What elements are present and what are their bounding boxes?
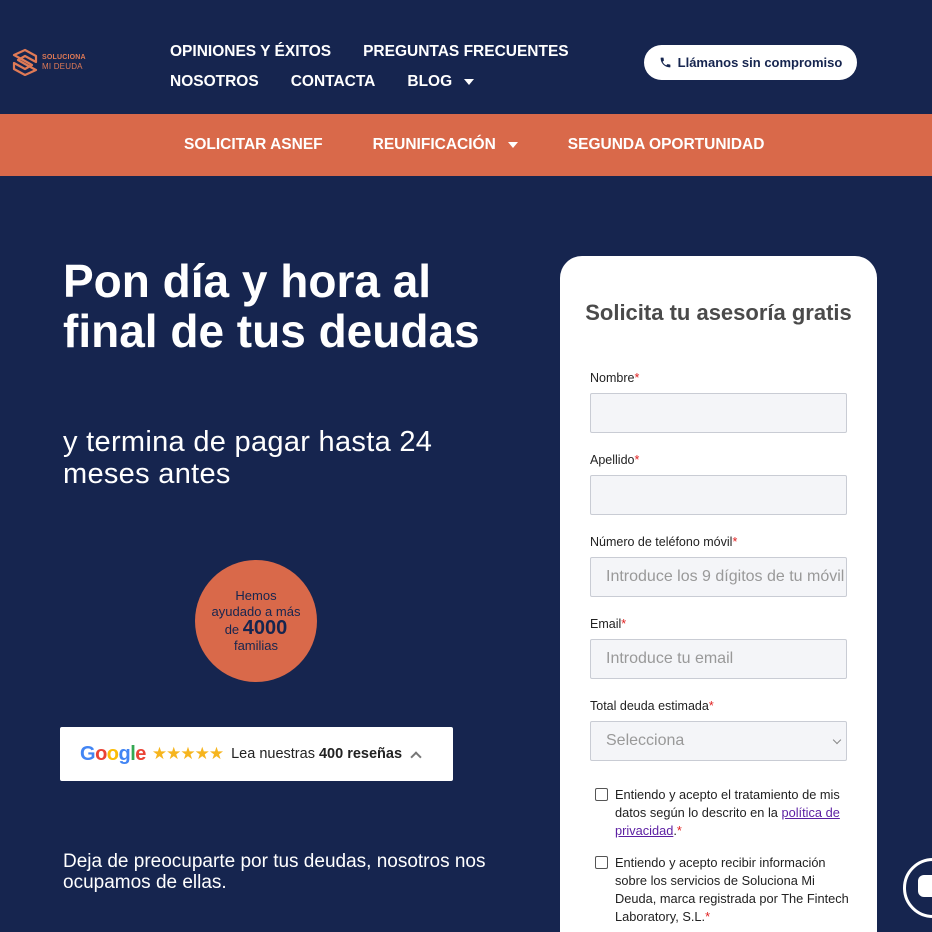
caret-down-icon (464, 79, 475, 85)
rating-stars: ★★★★★ (151, 744, 224, 763)
nombre-label: Nombre* (590, 371, 639, 385)
apellido-label: Apellido* (590, 453, 639, 467)
subnav-reunificacion-label: REUNIFICACIÓN (372, 136, 496, 153)
google-logo: Google (80, 743, 146, 766)
email-label-text: Email (590, 617, 622, 631)
required-mark: * (634, 371, 640, 385)
form-title: Solicita tu asesoría gratis (585, 300, 852, 325)
nav-contacta[interactable]: CONTACTA (291, 73, 376, 91)
deuda-select[interactable]: Selecciona (590, 721, 847, 761)
chat-widget-button[interactable] (903, 858, 932, 918)
required-mark: * (705, 909, 711, 924)
chat-icon (918, 875, 932, 897)
badge-line4: familias (233, 638, 279, 653)
chevron-up-icon[interactable] (410, 750, 422, 763)
chevron-down-icon (832, 735, 842, 745)
apellido-input[interactable] (590, 475, 847, 515)
required-mark: * (634, 453, 640, 467)
sub-nav: SOLICITAR ASNEF REUNIFICACIÓN SEGUNDA OP… (0, 114, 932, 176)
telefono-label: Número de teléfono móvil* (590, 535, 737, 549)
google-reviews-widget[interactable]: Google ★★★★★ Lea nuestras 400 reseñas (60, 727, 453, 781)
email-label: Email* (590, 617, 626, 631)
call-button-label: Llámanos sin compromiso (677, 55, 843, 70)
hero-subtitle: y termina de pagar hasta 24 meses antes (63, 426, 433, 490)
consent-marketing-label: Entiendo y acepto recibir información so… (615, 855, 849, 924)
nav-preguntas[interactable]: PREGUNTAS FRECUENTES (363, 43, 569, 61)
consent-marketing-text: Entiendo y acepto recibir información so… (615, 854, 855, 926)
badge-prefix: de (224, 622, 240, 637)
consent-privacy-row: Entiendo y acepto el tratamiento de mis … (595, 786, 855, 840)
google-letter: e (135, 742, 146, 765)
families-badge: Hemos ayudado a más de 4000 familias (195, 560, 317, 682)
logo-line1: SOLUCIONA (42, 54, 86, 61)
google-letter: o (106, 742, 119, 765)
logo-text: SOLUCIONA MI DEUDA (42, 53, 86, 71)
reviews-text: Lea nuestras 400 reseñas (231, 746, 402, 762)
required-mark: * (621, 617, 627, 631)
subnav-segunda-oportunidad[interactable]: SEGUNDA OPORTUNIDAD (568, 136, 765, 154)
nav-blog-label: BLOG (407, 73, 453, 90)
deuda-label-text: Total deuda estimada (590, 699, 709, 713)
google-letter: G (80, 742, 96, 765)
nombre-label-text: Nombre (590, 371, 635, 385)
main-nav: OPINIONES Y ÉXITOS PREGUNTAS FRECUENTES … (170, 37, 590, 97)
telefono-label-text: Número de teléfono móvil (590, 535, 733, 549)
hero-title: Pon día y hora al final de tus deudas (63, 255, 480, 357)
google-letter: g (118, 742, 131, 765)
nav-nosotros[interactable]: NOSOTROS (170, 73, 259, 91)
badge-line1: Hemos (235, 588, 277, 603)
consent-marketing-checkbox[interactable] (595, 856, 608, 869)
nav-row-1: OPINIONES Y ÉXITOS PREGUNTAS FRECUENTES (170, 37, 590, 67)
required-mark: * (732, 535, 738, 549)
caret-down-icon (507, 142, 518, 148)
nav-blog[interactable]: BLOG (407, 73, 475, 91)
call-button[interactable]: Llámanos sin compromiso (644, 45, 857, 80)
apellido-label-text: Apellido (590, 453, 635, 467)
phone-icon (660, 57, 671, 68)
logo-line2: MI DEUDA (42, 62, 83, 71)
deuda-selected-value: Selecciona (606, 732, 685, 749)
nav-opiniones[interactable]: OPINIONES Y ÉXITOS (170, 43, 331, 61)
subnav-reunificacion[interactable]: REUNIFICACIÓN (373, 136, 518, 154)
hero-footer-text: Deja de preocuparte por tus deudas, noso… (63, 851, 486, 893)
reviews-prefix: Lea nuestras (231, 746, 315, 762)
brand-logo[interactable]: SOLUCIONA MI DEUDA (12, 48, 86, 76)
consent-privacy-checkbox[interactable] (595, 788, 608, 801)
reviews-count: 400 reseñas (318, 746, 403, 762)
google-letter: o (95, 742, 107, 765)
lead-form-card: Solicita tu asesoría gratis Nombre* Apel… (560, 256, 877, 932)
nombre-input[interactable] (590, 393, 847, 433)
top-header: SOLUCIONA MI DEUDA OPINIONES Y ÉXITOS PR… (0, 0, 932, 114)
logo-mark-icon (12, 48, 38, 76)
subnav-asnef[interactable]: SOLICITAR ASNEF (184, 136, 323, 154)
telefono-input[interactable] (590, 557, 847, 597)
badge-number-line: de 4000 (195, 617, 317, 639)
email-input[interactable] (590, 639, 847, 679)
badge-number: 4000 (242, 617, 288, 639)
required-mark: * (676, 823, 682, 838)
deuda-label: Total deuda estimada* (590, 699, 714, 713)
consent-privacy-text: Entiendo y acepto el tratamiento de mis … (615, 786, 855, 840)
required-mark: * (708, 699, 714, 713)
nav-row-2: NOSOTROS CONTACTA BLOG (170, 67, 590, 97)
consent-marketing-row: Entiendo y acepto recibir información so… (595, 854, 855, 926)
